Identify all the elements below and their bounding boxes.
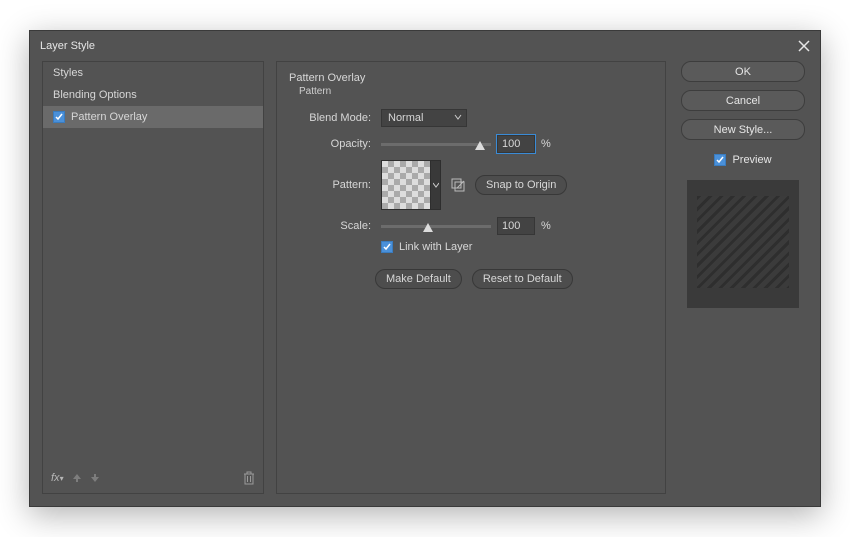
group-title: Pattern Overlay (289, 72, 649, 84)
sidebar-list: Styles Blending Options Pattern Overlay (43, 62, 263, 463)
check-icon (55, 113, 63, 121)
preview-label: Preview (732, 154, 771, 166)
opacity-input[interactable] (497, 135, 535, 153)
check-icon (383, 243, 391, 251)
sidebar-footer: fx▾ (43, 463, 263, 493)
new-style-button[interactable]: New Style... (681, 119, 805, 140)
default-buttons-row: Make Default Reset to Default (375, 269, 649, 289)
trash-icon[interactable] (243, 471, 255, 485)
close-icon (798, 40, 810, 52)
fx-icon[interactable]: fx▾ (51, 472, 64, 484)
chevron-down-icon (433, 182, 439, 188)
right-column: OK Cancel New Style... Preview (678, 61, 808, 494)
preview-checkbox[interactable] (714, 154, 726, 166)
opacity-row: Opacity: % (293, 131, 649, 157)
sidebar-item-label: Blending Options (53, 89, 137, 101)
percent-label: % (541, 220, 551, 232)
new-preset-icon[interactable] (451, 178, 465, 192)
arrow-down-icon[interactable] (90, 473, 100, 483)
pattern-swatch[interactable] (381, 160, 431, 210)
scale-row: Scale: % (293, 213, 649, 239)
reset-to-default-button[interactable]: Reset to Default (472, 269, 573, 289)
arrow-up-icon[interactable] (72, 473, 82, 483)
link-with-layer-label: Link with Layer (399, 241, 472, 253)
sidebar-item-pattern-overlay[interactable]: Pattern Overlay (43, 106, 263, 128)
ok-button[interactable]: OK (681, 61, 805, 82)
pattern-picker-dropdown[interactable] (431, 160, 441, 210)
opacity-label: Opacity: (293, 138, 371, 150)
titlebar: Layer Style (30, 31, 820, 61)
close-button[interactable] (798, 40, 810, 52)
blend-mode-select[interactable]: Normal (381, 109, 467, 127)
sidebar-item-styles[interactable]: Styles (43, 62, 263, 84)
preview-inner (697, 196, 789, 288)
group-subtitle: Pattern (299, 86, 649, 97)
make-default-button[interactable]: Make Default (375, 269, 462, 289)
preview-thumbnail (687, 180, 799, 308)
preview-checkbox-row: Preview (714, 154, 771, 166)
link-with-layer-checkbox[interactable] (381, 241, 393, 253)
sidebar-item-label: Styles (53, 67, 83, 79)
sidebar-item-blending-options[interactable]: Blending Options (43, 84, 263, 106)
chevron-down-icon (454, 113, 462, 121)
sidebar-item-label: Pattern Overlay (71, 111, 147, 123)
slider-thumb[interactable] (475, 141, 485, 150)
dialog-body: Styles Blending Options Pattern Overlay … (30, 61, 820, 506)
scale-input[interactable] (497, 217, 535, 235)
blend-mode-row: Blend Mode: Normal (293, 105, 649, 131)
window-title: Layer Style (40, 40, 798, 52)
opacity-slider[interactable] (381, 135, 491, 153)
scale-label: Scale: (293, 220, 371, 232)
link-with-layer-row: Link with Layer (381, 241, 649, 253)
percent-label: % (541, 138, 551, 150)
slider-track (381, 225, 491, 228)
scale-slider[interactable] (381, 217, 491, 235)
check-icon (716, 156, 724, 164)
styles-sidebar: Styles Blending Options Pattern Overlay … (42, 61, 264, 494)
pattern-row: Pattern: Snap to Origin (293, 157, 649, 213)
pattern-overlay-panel: Pattern Overlay Pattern Blend Mode: Norm… (276, 61, 666, 494)
slider-thumb[interactable] (423, 223, 433, 232)
pattern-overlay-checkbox[interactable] (53, 111, 65, 123)
blend-mode-value: Normal (388, 112, 423, 124)
cancel-button[interactable]: Cancel (681, 90, 805, 111)
blend-mode-label: Blend Mode: (293, 112, 371, 124)
snap-to-origin-button[interactable]: Snap to Origin (475, 175, 567, 195)
layer-style-dialog: Layer Style Styles Blending Options Patt… (29, 30, 821, 507)
pattern-label: Pattern: (293, 179, 371, 191)
